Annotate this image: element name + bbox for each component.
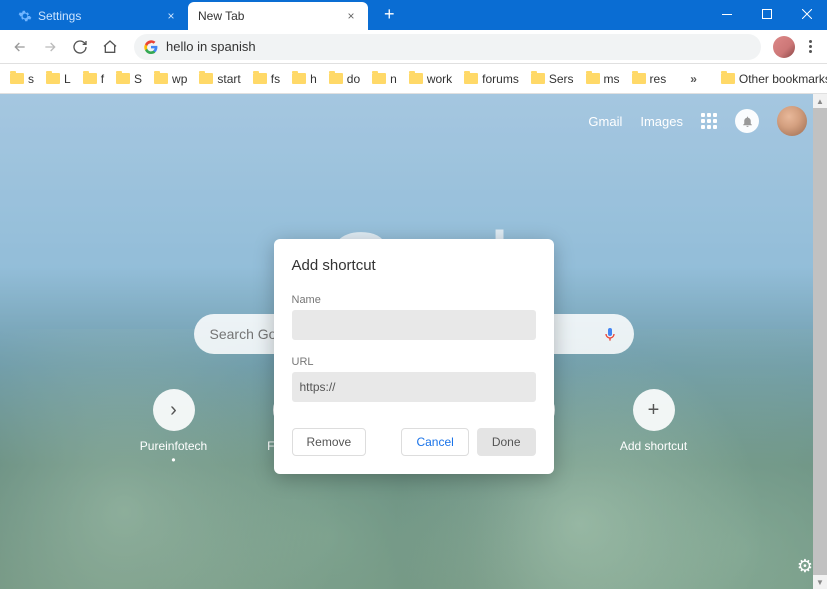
name-label: Name bbox=[292, 294, 536, 306]
voice-search-icon[interactable] bbox=[602, 324, 618, 344]
omnibox-input[interactable] bbox=[166, 39, 751, 54]
account-avatar[interactable] bbox=[777, 106, 807, 136]
bookmark-item[interactable]: h bbox=[292, 72, 317, 86]
address-bar[interactable] bbox=[134, 34, 761, 60]
ntp-top-links: Gmail Images bbox=[588, 106, 807, 136]
add-shortcut-button[interactable]: + Add shortcut bbox=[618, 389, 690, 467]
bookmark-item[interactable]: s bbox=[10, 72, 34, 86]
bookmark-item[interactable]: fs bbox=[253, 72, 280, 86]
tab-title: New Tab bbox=[198, 9, 244, 23]
bookmark-item[interactable]: S bbox=[116, 72, 142, 86]
customize-gear-icon[interactable]: ⚙ bbox=[797, 556, 813, 577]
dialog-actions: Remove Cancel Done bbox=[292, 428, 536, 456]
scrollbar-thumb[interactable] bbox=[813, 108, 827, 575]
shortcut-label: Add shortcut bbox=[620, 439, 687, 453]
folder-icon bbox=[10, 73, 24, 84]
images-link[interactable]: Images bbox=[640, 114, 683, 129]
maximize-button[interactable] bbox=[747, 0, 787, 28]
bookmarks-overflow-button[interactable]: » bbox=[690, 72, 697, 86]
url-label: URL bbox=[292, 356, 536, 368]
cancel-button[interactable]: Cancel bbox=[401, 428, 468, 456]
notifications-icon[interactable] bbox=[735, 109, 759, 133]
forward-button[interactable] bbox=[38, 35, 62, 59]
dialog-title: Add shortcut bbox=[292, 257, 536, 274]
reload-button[interactable] bbox=[68, 35, 92, 59]
close-window-button[interactable] bbox=[787, 0, 827, 28]
plus-icon: + bbox=[633, 389, 675, 431]
bookmark-item[interactable]: start bbox=[199, 72, 240, 86]
shortcut-icon: › bbox=[153, 389, 195, 431]
folder-icon bbox=[632, 73, 646, 84]
done-button[interactable]: Done bbox=[477, 428, 536, 456]
folder-icon bbox=[586, 73, 600, 84]
chrome-menu-button[interactable] bbox=[801, 36, 819, 57]
new-tab-page: Gmail Images G l ›Pureinfotech • Faceboo… bbox=[0, 94, 827, 589]
tab-title: Settings bbox=[38, 9, 81, 23]
add-shortcut-dialog: Add shortcut Name URL Remove Cancel Done bbox=[274, 239, 554, 474]
folder-icon bbox=[409, 73, 423, 84]
folder-icon bbox=[531, 73, 545, 84]
gmail-link[interactable]: Gmail bbox=[588, 114, 622, 129]
bookmark-item[interactable]: work bbox=[409, 72, 452, 86]
bookmarks-bar: s L f S wp start fs h do n work forums S… bbox=[0, 64, 827, 94]
tab-strip: Settings × New Tab × + bbox=[0, 0, 405, 30]
back-button[interactable] bbox=[8, 35, 32, 59]
tab-new-tab[interactable]: New Tab × bbox=[188, 2, 368, 30]
bookmark-item[interactable]: wp bbox=[154, 72, 187, 86]
scroll-down-button[interactable]: ▼ bbox=[813, 575, 827, 589]
vertical-scrollbar[interactable]: ▲ ▼ bbox=[813, 94, 827, 589]
other-bookmarks[interactable]: Other bookmarks bbox=[721, 72, 827, 86]
bookmark-item[interactable]: do bbox=[329, 72, 360, 86]
minimize-button[interactable] bbox=[707, 0, 747, 28]
bookmark-item[interactable]: ms bbox=[586, 72, 620, 86]
folder-icon bbox=[372, 73, 386, 84]
remove-button[interactable]: Remove bbox=[292, 428, 367, 456]
bookmark-item[interactable]: Sers bbox=[531, 72, 574, 86]
bookmark-item[interactable]: n bbox=[372, 72, 397, 86]
tab-settings[interactable]: Settings × bbox=[8, 2, 188, 30]
folder-icon bbox=[464, 73, 478, 84]
folder-icon bbox=[154, 73, 168, 84]
bookmark-item[interactable]: f bbox=[83, 72, 104, 86]
folder-icon bbox=[83, 73, 97, 84]
apps-grid-icon[interactable] bbox=[701, 113, 717, 129]
folder-icon bbox=[329, 73, 343, 84]
window-controls bbox=[707, 0, 827, 28]
close-tab-icon[interactable]: × bbox=[164, 9, 178, 23]
shortcut-url-input[interactable] bbox=[292, 372, 536, 402]
profile-avatar[interactable] bbox=[773, 36, 795, 58]
folder-icon bbox=[253, 73, 267, 84]
shortcut-item[interactable]: › Pureinfotech • bbox=[138, 389, 210, 467]
new-tab-button[interactable]: + bbox=[374, 4, 405, 25]
folder-icon bbox=[46, 73, 60, 84]
scroll-up-button[interactable]: ▲ bbox=[813, 94, 827, 108]
shortcut-name-input[interactable] bbox=[292, 310, 536, 340]
gear-icon bbox=[18, 9, 32, 23]
folder-icon bbox=[292, 73, 306, 84]
shortcut-label: Pureinfotech • bbox=[138, 439, 210, 467]
folder-icon bbox=[116, 73, 130, 84]
bookmark-item[interactable]: forums bbox=[464, 72, 519, 86]
close-tab-icon[interactable]: × bbox=[344, 9, 358, 23]
browser-toolbar bbox=[0, 30, 827, 64]
home-button[interactable] bbox=[98, 35, 122, 59]
window-titlebar: Settings × New Tab × + bbox=[0, 0, 827, 30]
bookmark-item[interactable]: L bbox=[46, 72, 71, 86]
folder-icon bbox=[199, 73, 213, 84]
google-g-icon bbox=[144, 40, 158, 54]
folder-icon bbox=[721, 73, 735, 84]
bookmark-item[interactable]: res bbox=[632, 72, 667, 86]
